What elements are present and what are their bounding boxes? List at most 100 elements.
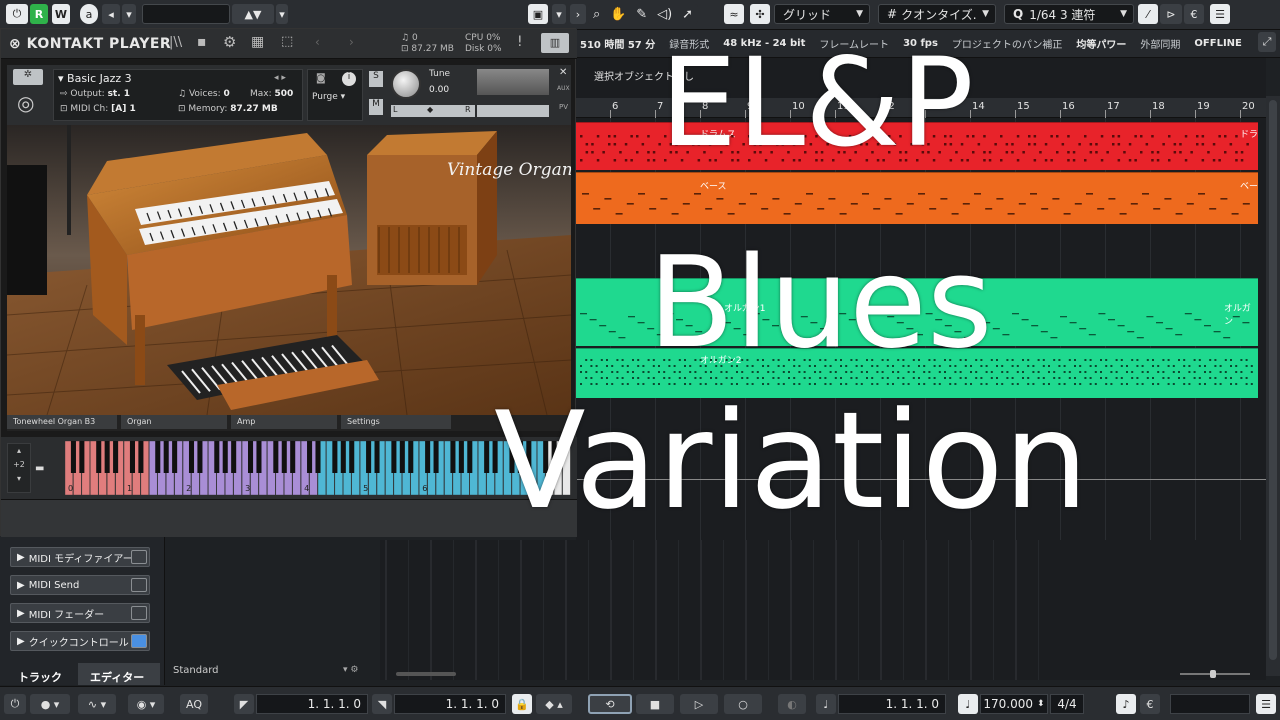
info-icon[interactable]: i — [342, 72, 356, 86]
library-icon[interactable]: |\\ — [169, 35, 182, 50]
black-key[interactable] — [340, 441, 346, 473]
dropdown-arrow-icon[interactable]: ▾ — [276, 4, 288, 24]
black-key[interactable] — [70, 441, 76, 473]
apply-quantize-icon[interactable]: ⊳ — [1160, 4, 1182, 24]
stop-button[interactable]: ■ — [636, 694, 674, 714]
instrument-name[interactable]: ▾ Basic Jazz 3 — [58, 72, 132, 85]
pan-slider[interactable]: L ◆ R — [391, 105, 475, 117]
black-key[interactable] — [509, 441, 515, 473]
prev-next-icon[interactable]: ◂ ▸ — [274, 73, 286, 83]
purge-button[interactable]: Purge ▾ — [312, 92, 345, 102]
arrow-left-icon[interactable]: ◂ — [102, 4, 120, 24]
automation-field[interactable] — [142, 4, 230, 24]
power-icon[interactable]: ⏻ — [4, 694, 26, 714]
camera-icon[interactable]: ◙ — [316, 73, 326, 84]
sync-icon[interactable]: ◐ — [778, 694, 806, 714]
black-key[interactable] — [433, 441, 439, 473]
chevron-right-icon[interactable]: › — [570, 4, 586, 24]
midi-fader-section[interactable]: ▶ MIDI フェーダー — [10, 603, 150, 623]
position-field[interactable]: 1. 1. 1. 0 — [838, 694, 946, 714]
octave-shift[interactable]: ▴ +2 ▾ — [7, 443, 31, 493]
track-organ-1[interactable]: オルガン1 オルガン — [576, 278, 1258, 346]
marker-field[interactable] — [1170, 694, 1250, 714]
tool-palette[interactable]: ⌕ ✋ ✎ ◁) ➚ — [588, 4, 698, 24]
pv-icon[interactable]: PV — [559, 103, 568, 111]
read-button[interactable]: R — [30, 4, 48, 24]
vertical-scrollbar[interactable] — [1266, 96, 1280, 676]
automation-mode-button[interactable]: a — [80, 4, 98, 24]
black-key[interactable] — [399, 441, 405, 473]
waveform-icon[interactable]: ∿ ▾ — [78, 694, 116, 714]
tune-knob[interactable] — [391, 69, 421, 99]
black-key[interactable] — [332, 441, 338, 473]
rack-view-icon[interactable]: ▦ — [251, 34, 264, 50]
right-locator-icon[interactable]: ◥ — [372, 694, 392, 714]
quick-controls-section[interactable]: ▶ クイックコントロール — [10, 631, 150, 651]
black-key[interactable] — [366, 441, 372, 473]
marker-icon[interactable]: ♪ — [1116, 694, 1136, 714]
black-key[interactable] — [551, 441, 557, 473]
grid-dropdown[interactable]: グリッド ▼ — [774, 4, 870, 24]
dropdown-arrow-icon[interactable]: ▾ — [122, 4, 136, 24]
tab-track[interactable]: トラック — [0, 663, 76, 685]
gear-icon[interactable]: ⚙ — [223, 33, 236, 51]
black-key[interactable] — [96, 441, 102, 473]
record-button[interactable]: ○ — [724, 694, 762, 714]
pencil-icon[interactable]: ✎ — [636, 7, 647, 22]
tab-tonewheel-organ[interactable]: Tonewheel Organ B3 — [7, 415, 117, 429]
max-voices-field[interactable]: Max: 500 — [250, 89, 293, 99]
pan-law-value[interactable]: 均等パワー — [1076, 36, 1126, 51]
white-key[interactable] — [562, 440, 571, 496]
rec-format-value[interactable]: 48 kHz - 24 bit — [723, 38, 805, 49]
black-key[interactable] — [492, 441, 498, 473]
track-organ-2[interactable]: オルガン2 — [576, 348, 1258, 398]
aux-icon[interactable]: AUX — [557, 85, 570, 92]
black-key[interactable] — [138, 441, 144, 473]
black-key[interactable] — [315, 441, 321, 473]
tab-organ[interactable]: Organ — [121, 415, 227, 429]
expand-icon[interactable]: ⤢ — [1258, 32, 1276, 52]
midi-send-section[interactable]: ▶ MIDI Send — [10, 575, 150, 595]
black-key[interactable] — [222, 441, 228, 473]
record-mode-button[interactable]: ● ▾ — [30, 694, 70, 714]
black-key[interactable] — [290, 441, 296, 473]
black-key[interactable] — [273, 441, 279, 473]
black-key[interactable] — [197, 441, 203, 473]
pitch-wheel[interactable]: ▬ — [35, 463, 44, 474]
left-locator-icon[interactable]: ◤ — [234, 694, 254, 714]
tab-amp[interactable]: Amp — [231, 415, 337, 429]
black-key[interactable] — [129, 441, 135, 473]
black-key[interactable] — [349, 441, 355, 473]
save-icon[interactable]: ▪ — [197, 34, 207, 50]
right-locator-field[interactable]: 1. 1. 1. 0 — [394, 694, 506, 714]
empty-arrange-area[interactable] — [380, 540, 1266, 680]
settings-gear-icon[interactable]: ▾ ⚙ — [343, 665, 358, 675]
black-key[interactable] — [374, 441, 380, 473]
view-toggle-icon[interactable]: ▥ — [541, 33, 569, 53]
track-drums[interactable]: ドラムス ドラ — [576, 122, 1258, 170]
black-key[interactable] — [307, 441, 313, 473]
tab-editor[interactable]: エディター — [78, 663, 160, 685]
prev-icon[interactable]: ‹ — [315, 35, 320, 49]
virtual-keyboard[interactable]: 0 1 2 3 4 5 6 — [64, 440, 571, 496]
tools-icon[interactable]: ✲ — [13, 69, 43, 85]
black-key[interactable] — [391, 441, 397, 473]
cycle-button[interactable]: ⟲ — [588, 694, 632, 714]
black-key[interactable] — [214, 441, 220, 473]
black-key[interactable] — [450, 441, 456, 473]
power-icon[interactable]: ⏻ — [6, 4, 28, 24]
iterative-quantize-icon[interactable]: ⁄ — [1138, 4, 1158, 24]
play-tool-icon[interactable]: ➚ — [682, 7, 693, 22]
close-icon[interactable]: ✕ — [559, 67, 567, 78]
alert-icon[interactable]: ! — [517, 34, 523, 50]
quantize-preset-dropdown[interactable]: # クオンタイズ. ▼ — [878, 4, 996, 24]
tempo-field[interactable]: 170.000 ⬍ — [980, 694, 1048, 714]
metronome-icon[interactable]: ◉ ▾ — [128, 694, 164, 714]
timeline-ruler[interactable]: 6 7 8 9 10 11 12 13 14 15 16 17 18 19 20 — [576, 98, 1266, 118]
up-down-arrows-icon[interactable]: ▲▼ — [232, 4, 274, 24]
tune-value[interactable]: 0.00 — [429, 85, 449, 95]
left-locator-field[interactable]: 1. 1. 1. 0 — [256, 694, 368, 714]
tempo-track-icon[interactable]: ♩ — [958, 694, 978, 714]
black-key[interactable] — [526, 441, 532, 473]
black-key[interactable] — [256, 441, 262, 473]
